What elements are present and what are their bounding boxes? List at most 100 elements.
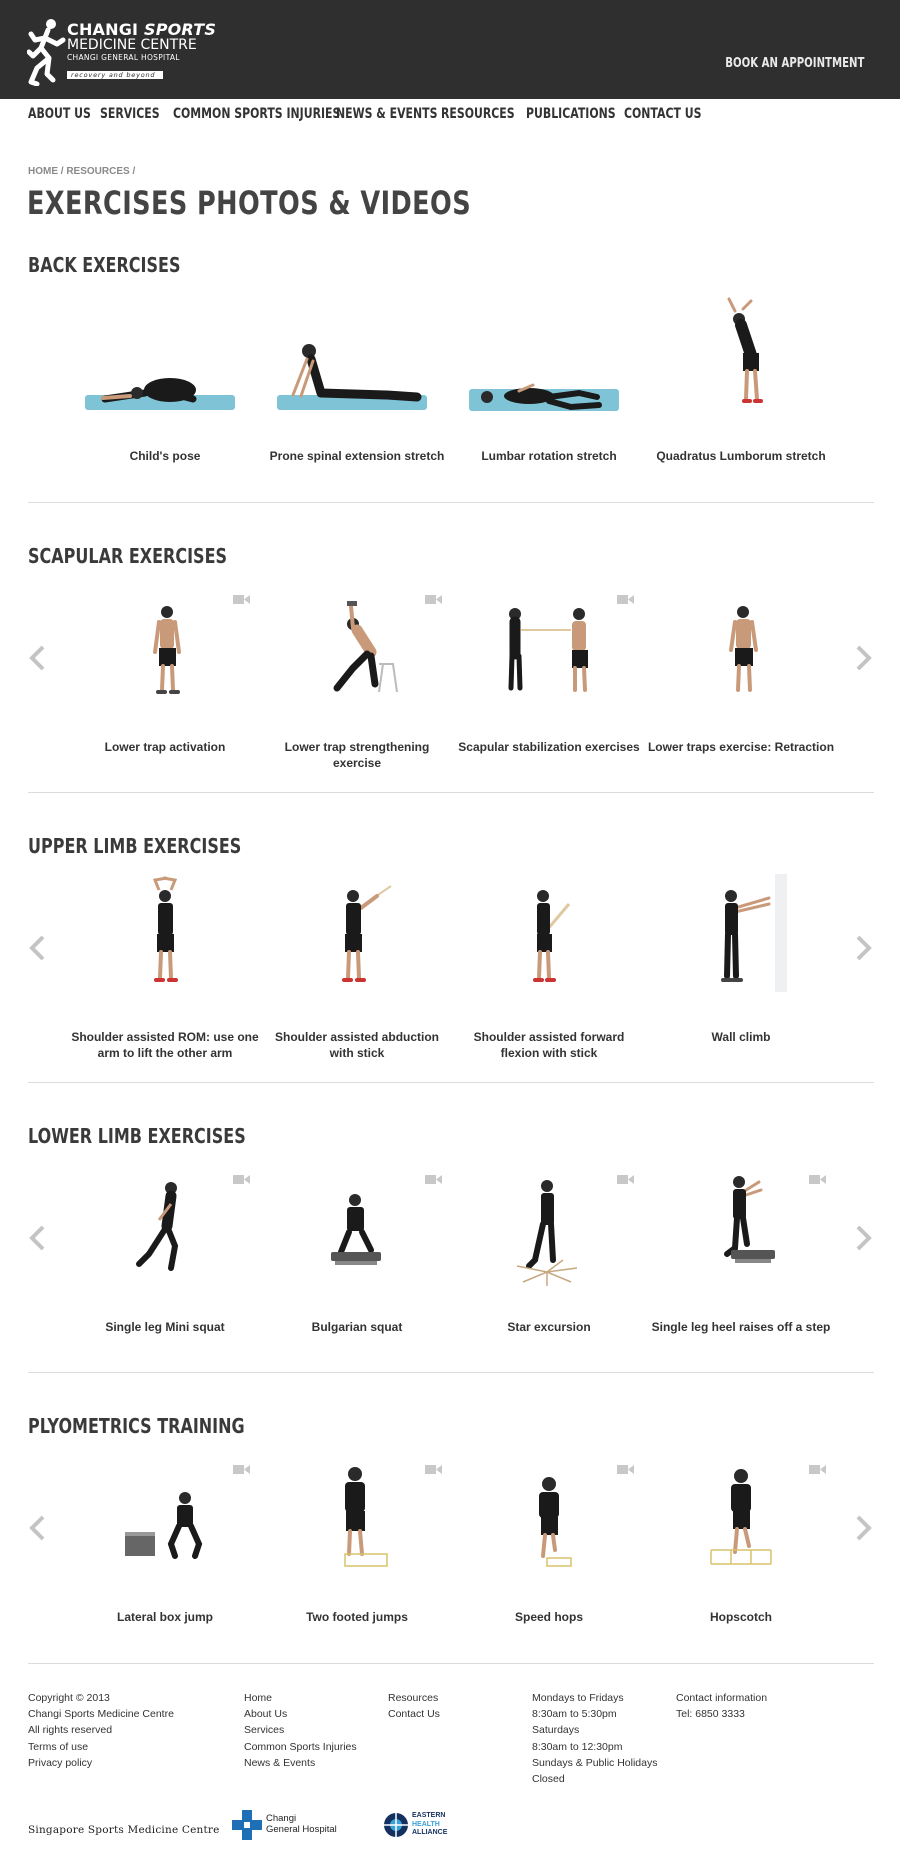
- footer-contact: Contact information Tel: 6850 3333: [676, 1690, 767, 1722]
- exercise-card[interactable]: Hopscotch: [646, 1454, 836, 1654]
- exercise-photo: [710, 1469, 772, 1565]
- hours-saturday-label: Saturdays: [532, 1724, 580, 1737]
- rights-text: All rights reserved: [28, 1724, 113, 1737]
- nav-publications[interactable]: PUBLICATIONS: [526, 106, 616, 126]
- exercise-card[interactable]: Single leg Mini squat: [70, 1164, 260, 1364]
- exercise-list: Lateral box jump Two footed jumps Speed …: [70, 1454, 830, 1654]
- exercise-caption: Star excursion: [507, 1320, 591, 1334]
- footer-link-injuries[interactable]: Common Sports Injuries: [244, 1739, 357, 1755]
- exercise-card[interactable]: Shoulder assisted ROM: use one arm to li…: [70, 874, 260, 1074]
- footer-link-resources[interactable]: Resources: [388, 1690, 440, 1706]
- section-title: UPPER LIMB EXERCISES: [28, 834, 242, 858]
- camera-icon: [809, 1175, 826, 1184]
- footer-link-home[interactable]: Home: [244, 1690, 357, 1706]
- hours-sunday-label: Sundays & Public Holidays: [532, 1756, 658, 1769]
- exercise-card[interactable]: Shoulder assisted abduction with stick: [262, 874, 452, 1074]
- footer-copyright: Copyright © 2013 Changi Sports Medicine …: [28, 1690, 174, 1771]
- exercise-card[interactable]: Single leg heel raises off a step: [646, 1164, 836, 1364]
- exercise-list: Lower trap activation Lower trap strengt…: [70, 584, 834, 784]
- camera-icon: [425, 595, 442, 604]
- exercise-card[interactable]: Lower trap activation: [70, 584, 260, 784]
- camera-icon: [233, 595, 250, 604]
- nav-about-us[interactable]: ABOUT US: [28, 106, 91, 126]
- eha-logo[interactable]: EASTERN HEALTH ALLIANCE: [383, 1812, 453, 1842]
- exercise-photo: [136, 1182, 179, 1271]
- exercise-card[interactable]: Wall climb: [646, 874, 836, 1074]
- exercise-photo: [85, 378, 235, 410]
- exercise-caption: Bulgarian squat: [311, 1320, 403, 1334]
- exercise-caption: Child's pose: [129, 449, 201, 463]
- exercise-photo: [533, 890, 571, 982]
- exercise-card[interactable]: Lumbar rotation stretch: [454, 293, 644, 493]
- exercise-card[interactable]: Prone spinal extension stretch: [262, 293, 452, 493]
- camera-icon: [425, 1175, 442, 1184]
- book-appointment-link[interactable]: BOOK AN APPOINTMENT: [725, 56, 864, 71]
- nav-resources[interactable]: RESOURCES: [441, 106, 515, 126]
- exercise-card[interactable]: Two footed jumps: [262, 1454, 452, 1654]
- camera-icon: [617, 1175, 634, 1184]
- site-logo[interactable]: CHANGI SPORTS MEDICINE CENTRE CHANGI GEN…: [27, 18, 216, 86]
- exercise-caption: Speed hops: [514, 1610, 583, 1624]
- chevron-right-icon[interactable]: [854, 934, 874, 962]
- exercise-caption: Hopscotch: [709, 1610, 772, 1624]
- exercise-card[interactable]: Star excursion: [454, 1164, 644, 1364]
- exercise-card[interactable]: Lower traps exercise: Retraction: [646, 584, 836, 784]
- hours-saturday: 8:30am to 12:30pm: [532, 1740, 623, 1753]
- exercise-photo: [539, 1477, 572, 1567]
- breadcrumb[interactable]: HOME / RESOURCES /: [28, 166, 135, 177]
- chevron-right-icon[interactable]: [854, 1224, 874, 1252]
- exercise-card[interactable]: Scapular stabilization exercises: [454, 584, 644, 784]
- terms-link[interactable]: Terms of use: [28, 1739, 174, 1755]
- cgh-logo[interactable]: Changi General Hospital: [232, 1810, 342, 1842]
- footer-link-services[interactable]: Services: [244, 1722, 357, 1738]
- exercise-caption: Single leg Mini squat: [105, 1320, 225, 1334]
- chevron-left-icon[interactable]: [27, 1224, 47, 1252]
- chevron-left-icon[interactable]: [27, 1514, 47, 1542]
- chevron-right-icon[interactable]: [854, 1514, 874, 1542]
- footer-link-news[interactable]: News & Events: [244, 1755, 357, 1771]
- chevron-left-icon[interactable]: [27, 644, 47, 672]
- exercise-photo: [724, 1176, 775, 1263]
- exercise-card[interactable]: Quadratus Lumborum stretch: [646, 293, 836, 493]
- exercise-card[interactable]: Lateral box jump: [70, 1454, 260, 1654]
- contact-info-label: Contact information: [676, 1692, 768, 1704]
- nav-common-sports-injuries[interactable]: COMMON SPORTS INJURIES: [173, 106, 340, 126]
- camera-icon: [233, 1175, 250, 1184]
- hours-sunday: Closed: [532, 1773, 565, 1786]
- footer-link-contact[interactable]: Contact Us: [388, 1706, 440, 1722]
- nav-news-events[interactable]: NEWS & EVENTS: [336, 106, 437, 126]
- cgh-line2: General Hospital: [266, 1824, 337, 1835]
- exercise-card[interactable]: Speed hops: [454, 1454, 644, 1654]
- logo-wordmark: CHANGI SPORTS MEDICINE CENTRE CHANGI GEN…: [67, 20, 217, 79]
- exercise-photo: [331, 1194, 381, 1265]
- eha-line3: ALLIANCE: [412, 1829, 448, 1836]
- section-title: SCAPULAR EXERCISES: [28, 544, 228, 568]
- exercise-photo: [721, 874, 787, 992]
- camera-icon: [233, 1465, 250, 1474]
- exercise-card[interactable]: Lower trap strengthening exercise: [262, 584, 452, 784]
- exercise-caption: Prone spinal extension stretch: [269, 449, 445, 463]
- eha-line2: HEALTH: [412, 1820, 440, 1828]
- exercise-caption: Quadratus Lumborum stretch: [656, 449, 826, 463]
- exercise-caption: Shoulder assisted ROM: use one arm to li…: [71, 1030, 259, 1060]
- footer-link-about[interactable]: About Us: [244, 1706, 357, 1722]
- chevron-left-icon[interactable]: [27, 934, 47, 962]
- exercise-card[interactable]: Bulgarian squat: [262, 1164, 452, 1364]
- nav-services[interactable]: SERVICES: [100, 106, 160, 126]
- main-nav: ABOUT US SERVICES COMMON SPORTS INJURIES…: [28, 106, 704, 126]
- camera-icon: [617, 1465, 634, 1474]
- exercise-photo: [277, 344, 427, 410]
- nav-contact-us[interactable]: CONTACT US: [624, 106, 701, 126]
- exercise-card[interactable]: Child's pose: [70, 293, 260, 493]
- privacy-link[interactable]: Privacy policy: [28, 1755, 174, 1771]
- footer-hours: Mondays to Fridays 8:30am to 5:30pm Satu…: [532, 1690, 657, 1787]
- ssmc-logo[interactable]: Singapore Sports Medicine Centre: [28, 1824, 220, 1836]
- exercise-card[interactable]: Shoulder assisted forward flexion with s…: [454, 874, 644, 1074]
- contact-phone[interactable]: Tel: 6850 3333: [676, 1706, 767, 1722]
- runner-logo-icon: [27, 19, 66, 86]
- exercise-caption: Lower traps exercise: Retraction: [647, 740, 835, 754]
- camera-icon: [809, 1465, 826, 1474]
- chevron-right-icon[interactable]: [854, 644, 874, 672]
- exercise-caption: Shoulder assisted forward flexion with s…: [473, 1030, 625, 1060]
- exercise-photo: [727, 297, 763, 403]
